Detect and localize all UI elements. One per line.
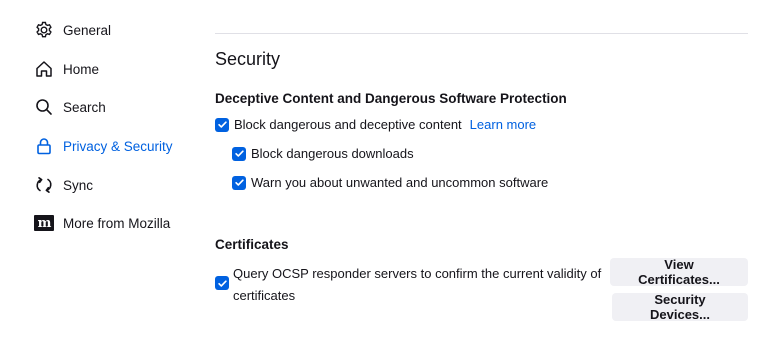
checkmark-icon bbox=[217, 121, 227, 128]
lock-icon bbox=[34, 136, 54, 156]
warn-unwanted-label: Warn you about unwanted and uncommon sof… bbox=[251, 175, 549, 190]
sidebar-item-home[interactable]: Home bbox=[34, 57, 99, 81]
warn-unwanted-checkbox[interactable] bbox=[232, 175, 246, 190]
home-icon bbox=[34, 59, 54, 79]
sidebar-item-label: Home bbox=[63, 61, 100, 77]
query-ocsp-checkbox[interactable] bbox=[215, 276, 229, 290]
sidebar-item-privacy-security[interactable]: Privacy & Security bbox=[34, 134, 173, 158]
sidebar-item-sync[interactable]: Sync bbox=[34, 173, 93, 197]
sidebar-item-label: Search bbox=[63, 99, 106, 115]
block-deceptive-content-label: Block dangerous and deceptive content bbox=[234, 117, 462, 132]
block-deceptive-content-checkbox[interactable] bbox=[215, 117, 229, 132]
sidebar-item-label: Privacy & Security bbox=[63, 138, 173, 154]
sidebar-item-search[interactable]: Search bbox=[34, 95, 106, 119]
block-deceptive-content-row: Block dangerous and deceptive content Le… bbox=[215, 117, 536, 132]
warn-unwanted-row: Warn you about unwanted and uncommon sof… bbox=[232, 175, 548, 190]
mozilla-icon: m bbox=[34, 213, 54, 233]
sidebar-item-label: More from Mozilla bbox=[63, 215, 171, 231]
view-certificates-button[interactable]: View Certificates... bbox=[610, 257, 748, 287]
sidebar-item-general[interactable]: General bbox=[34, 18, 111, 42]
sidebar: General Home Search Privacy & Security S… bbox=[0, 0, 200, 337]
divider bbox=[215, 33, 748, 34]
sidebar-item-more-from-mozilla[interactable]: m More from Mozilla bbox=[34, 211, 170, 235]
block-downloads-row: Block dangerous downloads bbox=[232, 146, 414, 161]
checkmark-icon bbox=[217, 279, 227, 287]
block-downloads-label: Block dangerous downloads bbox=[251, 146, 414, 161]
deceptive-content-heading: Deceptive Content and Dangerous Software… bbox=[215, 91, 567, 106]
security-devices-button[interactable]: Security Devices... bbox=[612, 292, 748, 322]
search-icon bbox=[34, 97, 54, 117]
sidebar-item-label: General bbox=[63, 22, 112, 38]
checkmark-icon bbox=[234, 150, 244, 157]
section-title: Security bbox=[215, 49, 281, 69]
query-ocsp-label: Query OCSP responder servers to confirm … bbox=[233, 266, 602, 303]
sync-icon bbox=[34, 175, 54, 195]
certificates-heading: Certificates bbox=[215, 237, 289, 252]
learn-more-link[interactable]: Learn more bbox=[470, 117, 536, 132]
checkmark-icon bbox=[234, 179, 244, 186]
block-downloads-checkbox[interactable] bbox=[232, 146, 246, 161]
sidebar-item-label: Sync bbox=[63, 177, 94, 193]
gear-icon bbox=[34, 20, 54, 40]
